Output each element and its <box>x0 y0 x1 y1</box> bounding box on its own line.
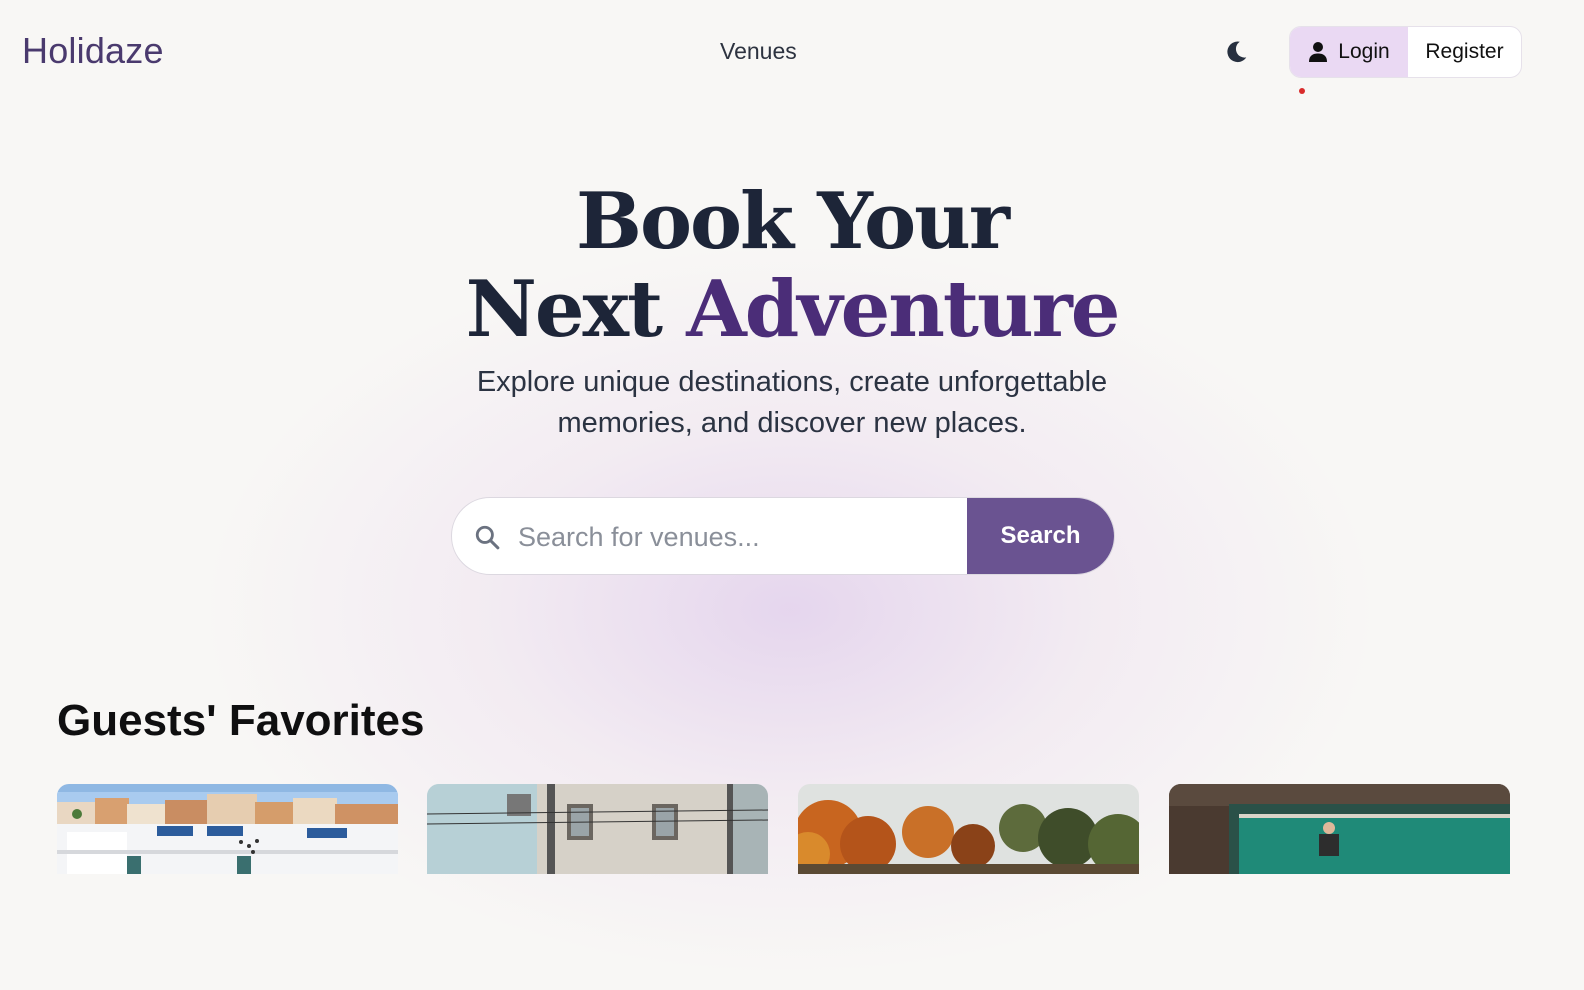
autumn-trees-image <box>798 784 1139 874</box>
venue-card[interactable] <box>57 784 398 874</box>
login-button[interactable]: Login <box>1290 27 1408 77</box>
hero-subtitle: Explore unique destinations, create unfo… <box>476 366 1108 439</box>
login-label: Login <box>1338 40 1390 63</box>
coastal-town-image <box>57 784 398 874</box>
search-icon <box>475 525 500 550</box>
hero-section: Book Your Next Adventure Explore unique … <box>0 178 1584 444</box>
venue-card[interactable] <box>798 784 1139 874</box>
hero-title: Book Your Next Adventure <box>0 178 1584 354</box>
favorites-section-title: Guests' Favorites <box>57 696 425 745</box>
search-button[interactable]: Search <box>967 498 1114 574</box>
venue-card[interactable] <box>1169 784 1510 874</box>
notification-dot <box>1299 88 1305 94</box>
auth-button-group: Login Register <box>1289 26 1522 78</box>
hero-title-line2-plain: Next <box>465 264 663 355</box>
nav-link-venues[interactable]: Venues <box>720 38 797 65</box>
hero-title-line1: Book Your <box>576 176 1010 267</box>
hero-title-line2-accent: Adventure <box>686 264 1120 355</box>
moon-icon <box>1227 41 1247 63</box>
search-input[interactable] <box>516 498 960 574</box>
search-bar: Search <box>451 497 1115 575</box>
street-building-image <box>427 784 768 874</box>
theme-toggle-button[interactable] <box>1220 36 1252 68</box>
venue-card[interactable] <box>427 784 768 874</box>
register-button[interactable]: Register <box>1408 27 1521 77</box>
top-navbar: Holidaze Venues Login Register <box>0 0 1584 100</box>
site-logo[interactable]: Holidaze <box>22 30 164 72</box>
user-icon <box>1309 42 1328 62</box>
pool-aerial-image <box>1169 784 1510 874</box>
